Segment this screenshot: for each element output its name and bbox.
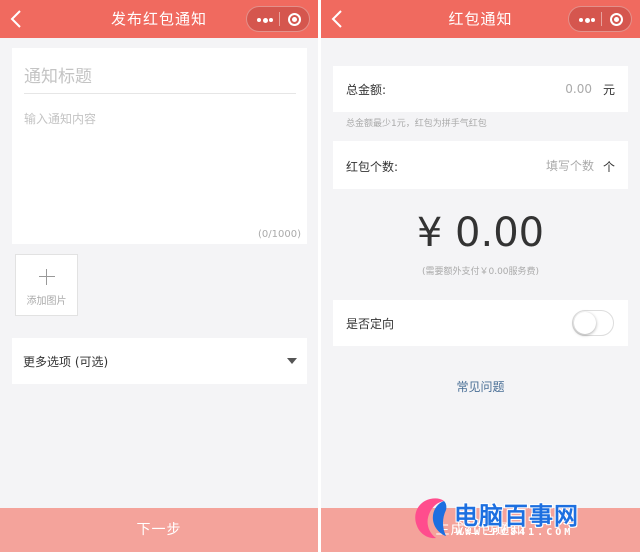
red-packet-notice-screen: 红包通知 总金额: 元 总金额最少1元，红包为拼手气红包 红包个数: 个 ¥ 0…: [321, 0, 640, 552]
toggle-knob: [574, 312, 596, 334]
notice-form-card: (0/1000): [12, 48, 307, 244]
more-dots-icon[interactable]: [579, 17, 595, 23]
more-options-label: 更多选项 (可选): [23, 355, 109, 369]
watermark-text: 电脑百事网: [454, 502, 579, 530]
header-bar: 发布红包通知: [0, 0, 318, 38]
total-amount-row: 总金额: 元: [333, 66, 628, 112]
mini-program-capsule: [246, 6, 310, 32]
dropdown-arrow-icon: [287, 358, 297, 364]
capsule-divider: [279, 12, 280, 26]
mini-program-capsule: [568, 6, 632, 32]
service-fee-note: (需要额外支付￥0.00服务费): [421, 267, 540, 277]
site-watermark: 电脑百事网 WWW.PC841.COM: [408, 494, 638, 546]
notice-title-input[interactable]: [24, 60, 296, 94]
directed-label: 是否定向: [346, 317, 395, 331]
directed-row: 是否定向: [333, 300, 628, 346]
notice-content-input[interactable]: [24, 110, 296, 220]
char-counter: (0/1000): [258, 229, 301, 240]
amount-hint: 总金额最少1元，红包为拼手气红包: [346, 119, 487, 129]
plus-icon: [39, 269, 55, 285]
watermark-url: WWW.PC841.COM: [456, 527, 574, 538]
total-amount-label: 总金额:: [346, 83, 387, 97]
add-image-label: 添加图片: [26, 296, 67, 307]
count-unit: 个: [602, 160, 615, 174]
total-amount-input[interactable]: [472, 79, 592, 99]
more-options-dropdown[interactable]: 更多选项 (可选): [12, 338, 307, 384]
add-image-button[interactable]: 添加图片: [15, 254, 78, 316]
directed-toggle[interactable]: [572, 310, 614, 336]
more-dots-icon[interactable]: [257, 17, 273, 23]
publish-notice-screen: 发布红包通知 (0/1000) 添加图片 更多选项 (可选) 下一步: [0, 0, 318, 552]
packet-count-input[interactable]: [474, 156, 594, 176]
close-target-icon[interactable]: [610, 13, 623, 26]
header-bar: 红包通知: [321, 0, 640, 38]
total-amount-display: ¥ 0.00: [416, 210, 545, 256]
watermark-logo-icon: [415, 498, 447, 539]
capsule-divider: [601, 12, 602, 26]
faq-link[interactable]: 常见问题: [321, 378, 640, 395]
close-target-icon[interactable]: [288, 13, 301, 26]
amount-unit: 元: [602, 83, 615, 97]
next-step-button[interactable]: 下一步: [0, 508, 318, 552]
packet-count-label: 红包个数:: [346, 160, 399, 174]
packet-count-row: 红包个数: 个: [333, 141, 628, 189]
